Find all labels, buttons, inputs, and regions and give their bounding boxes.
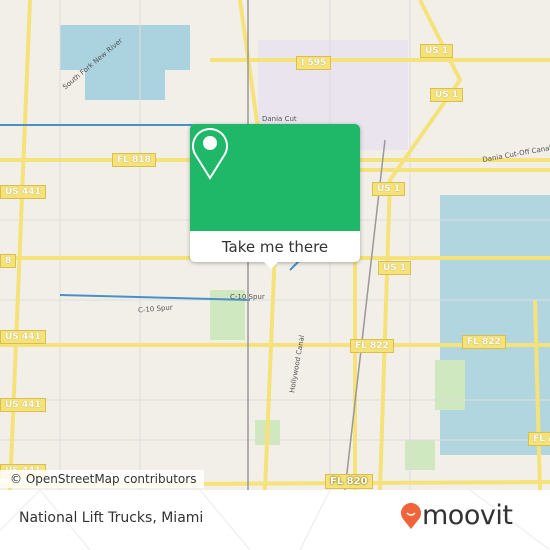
road-shield: FL 822	[462, 335, 506, 349]
place-name: National Lift Trucks, Miami	[19, 510, 204, 526]
location-pin-icon	[192, 128, 228, 180]
road-shield: FL 818	[112, 153, 156, 167]
road-shield: FL A	[528, 432, 550, 446]
map-label: C-10 Spur	[230, 293, 265, 301]
map-label: Dania Cut	[262, 115, 297, 123]
road-shield: US 441	[0, 398, 46, 412]
road-shield: FL 822	[350, 339, 394, 353]
road-shield: I 595	[296, 56, 332, 70]
take-me-there-popup[interactable]: Take me there	[190, 124, 360, 262]
road-shield: US 1	[372, 182, 406, 196]
moovit-pin-icon	[401, 502, 421, 529]
osm-attribution[interactable]: © OpenStreetMap contributors	[0, 470, 205, 488]
take-me-there-button[interactable]: Take me there	[190, 231, 360, 262]
popup-pointer	[263, 261, 279, 269]
road-shield: US 441	[0, 330, 46, 344]
road-shield: 8	[0, 254, 17, 268]
road-shield: US 441	[0, 185, 46, 199]
road-shield: US 1	[430, 88, 464, 102]
moovit-wordmark: moovit	[422, 500, 513, 531]
popup-header	[190, 124, 360, 231]
road-shield: US 1	[420, 44, 454, 58]
map[interactable]: I 595 US 1 US 1 US 1 US 1 FL 818 US 441 …	[0, 0, 550, 490]
road-shield: FL 820	[325, 474, 373, 489]
moovit-logo[interactable]: moovit	[400, 500, 513, 531]
road-shield: US 1	[378, 261, 412, 275]
